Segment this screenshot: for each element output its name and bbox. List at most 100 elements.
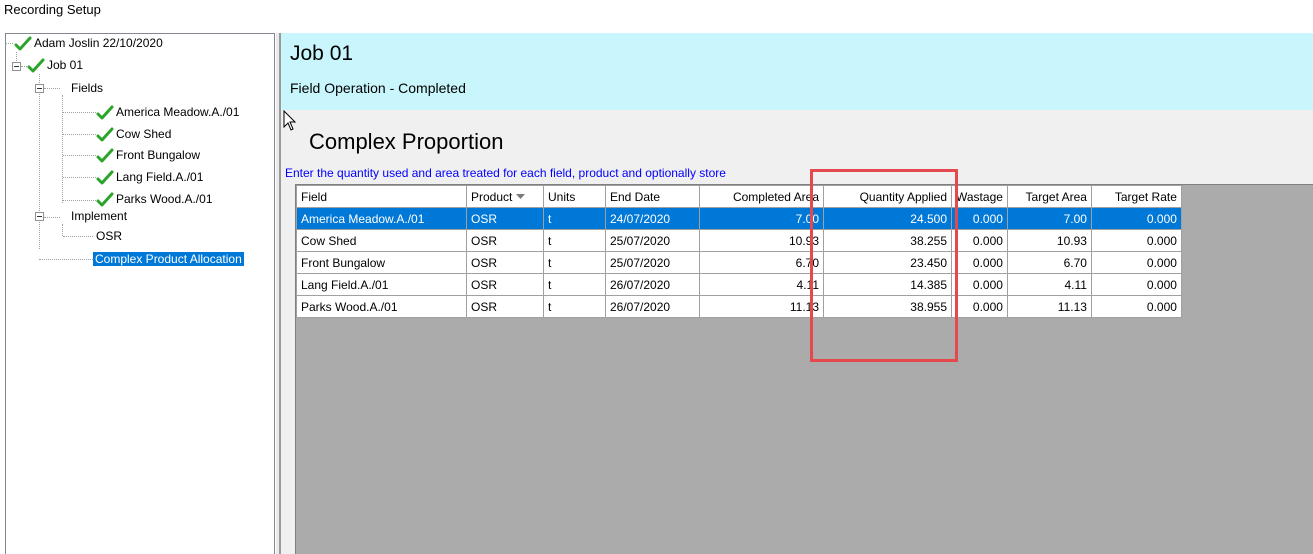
tree-node-job-label: Job 01 — [47, 58, 84, 72]
cell-target-rate[interactable]: 0.000 — [1090, 207, 1182, 230]
implement-expander-icon[interactable] — [35, 212, 44, 221]
cell-end-date[interactable]: 26/07/2020 — [605, 295, 700, 318]
sort-desc-icon — [515, 194, 525, 200]
page-subtitle: Field Operation - Completed — [290, 80, 466, 96]
check-icon — [14, 36, 32, 51]
job-header: Job 01 Field Operation - Completed — [281, 33, 1313, 110]
cell-target-area[interactable]: 4.11 — [1006, 273, 1092, 296]
cell-product[interactable]: OSR — [466, 295, 544, 318]
cell-completed-area[interactable]: 10.93 — [699, 229, 824, 252]
cell-target-rate[interactable]: 0.000 — [1090, 295, 1182, 318]
tree-node-field[interactable]: Front Bungalow — [96, 146, 202, 164]
tree-node-implement-label: Implement — [71, 209, 128, 223]
cell-end-date[interactable]: 25/07/2020 — [605, 229, 700, 252]
check-icon — [96, 105, 114, 120]
fields-expander-icon[interactable] — [35, 84, 44, 93]
cell-field[interactable]: America Meadow.A./01 — [296, 207, 467, 230]
cell-wastage[interactable]: 0.000 — [951, 251, 1008, 274]
cell-target-area[interactable]: 6.70 — [1006, 251, 1092, 274]
table-row[interactable]: Cow Shed OSR t 25/07/2020 10.93 38.255 0… — [296, 229, 1182, 252]
cell-quantity-applied[interactable]: 24.500 — [823, 207, 952, 230]
cell-wastage[interactable]: 0.000 — [951, 207, 1008, 230]
tree-node-field[interactable]: Lang Field.A./01 — [96, 168, 205, 186]
cell-completed-area[interactable]: 7.00 — [699, 207, 824, 230]
cell-product[interactable]: OSR — [466, 273, 544, 296]
cell-completed-area[interactable]: 11.13 — [699, 295, 824, 318]
check-icon — [96, 148, 114, 163]
column-header-target-area[interactable]: Target Area — [1006, 185, 1092, 208]
cell-field[interactable]: Front Bungalow — [296, 251, 467, 274]
column-header-quantity-applied[interactable]: Quantity Applied — [823, 185, 952, 208]
tree-node-field-label: America Meadow.A./01 — [116, 105, 240, 119]
cell-target-rate[interactable]: 0.000 — [1090, 229, 1182, 252]
cell-target-area[interactable]: 10.93 — [1006, 229, 1092, 252]
table-row[interactable]: Front Bungalow OSR t 25/07/2020 6.70 23.… — [296, 251, 1182, 274]
cell-units[interactable]: t — [543, 295, 606, 318]
tree-node-field[interactable]: Parks Wood.A./01 — [96, 190, 215, 208]
cell-wastage[interactable]: 0.000 — [951, 295, 1008, 318]
tree-node-root-label: Adam Joslin 22/10/2020 — [34, 36, 163, 50]
cell-units[interactable]: t — [543, 251, 606, 274]
tree-node-complex-label: Complex Product Allocation — [93, 252, 244, 266]
tree-node-field-label: Front Bungalow — [116, 148, 201, 162]
cell-units[interactable]: t — [543, 229, 606, 252]
tree-node-fields-label: Fields — [71, 81, 104, 95]
cell-completed-area[interactable]: 6.70 — [699, 251, 824, 274]
table-row[interactable]: Lang Field.A./01 OSR t 26/07/2020 4.11 1… — [296, 273, 1182, 296]
table-header-row: Field Product Units End Date Completed A… — [296, 185, 1182, 208]
cell-product[interactable]: OSR — [466, 229, 544, 252]
tree-node-field[interactable]: Cow Shed — [96, 125, 173, 143]
cell-end-date[interactable]: 26/07/2020 — [605, 273, 700, 296]
tree-node-field-label: Lang Field.A./01 — [116, 170, 204, 184]
tree-node-implement[interactable]: Implement — [69, 207, 129, 225]
tree-node-implement-osr-label: OSR — [96, 229, 123, 243]
table-row[interactable]: Parks Wood.A./01 OSR t 26/07/2020 11.13 … — [296, 295, 1182, 318]
cell-quantity-applied[interactable]: 38.255 — [823, 229, 952, 252]
allocation-table[interactable]: Field Product Units End Date Completed A… — [296, 185, 1182, 318]
main-area: Job 01 Field Operation - Completed Compl… — [281, 33, 1313, 554]
column-header-wastage[interactable]: Wastage — [951, 185, 1008, 208]
tree-node-fields[interactable]: Fields — [69, 79, 105, 97]
cell-units[interactable]: t — [543, 273, 606, 296]
instruction-text: Enter the quantity used and area treated… — [285, 166, 726, 180]
cell-end-date[interactable]: 25/07/2020 — [605, 251, 700, 274]
tree-node-implement-osr[interactable]: OSR — [94, 227, 124, 245]
tree-node-complex-product-allocation[interactable]: Complex Product Allocation — [93, 250, 244, 268]
tree-node-field[interactable]: America Meadow.A./01 — [96, 103, 241, 121]
cell-target-area[interactable]: 11.13 — [1006, 295, 1092, 318]
column-header-completed-area[interactable]: Completed Area — [699, 185, 824, 208]
table-row[interactable]: America Meadow.A./01 OSR t 24/07/2020 7.… — [296, 207, 1182, 230]
column-header-product[interactable]: Product — [466, 185, 544, 208]
cell-field[interactable]: Cow Shed — [296, 229, 467, 252]
cell-completed-area[interactable]: 4.11 — [699, 273, 824, 296]
check-icon — [96, 192, 114, 207]
job-expander-icon[interactable] — [12, 62, 21, 71]
cell-quantity-applied[interactable]: 14.385 — [823, 273, 952, 296]
column-header-units[interactable]: Units — [543, 185, 606, 208]
window-title: Recording Setup — [4, 2, 101, 17]
cell-wastage[interactable]: 0.000 — [951, 273, 1008, 296]
mouse-cursor-icon — [283, 110, 297, 131]
cell-end-date[interactable]: 24/07/2020 — [605, 207, 700, 230]
cell-product[interactable]: OSR — [466, 251, 544, 274]
tree-node-job[interactable]: Job 01 — [27, 56, 85, 74]
cell-units[interactable]: t — [543, 207, 606, 230]
cell-product[interactable]: OSR — [466, 207, 544, 230]
cell-quantity-applied[interactable]: 23.450 — [823, 251, 952, 274]
cell-wastage[interactable]: 0.000 — [951, 229, 1008, 252]
column-header-field[interactable]: Field — [296, 185, 467, 208]
cell-field[interactable]: Lang Field.A./01 — [296, 273, 467, 296]
data-grid[interactable]: Field Product Units End Date Completed A… — [295, 184, 1313, 554]
check-icon — [96, 170, 114, 185]
cell-field[interactable]: Parks Wood.A./01 — [296, 295, 467, 318]
cell-quantity-applied[interactable]: 38.955 — [823, 295, 952, 318]
tree-node-root[interactable]: Adam Joslin 22/10/2020 — [14, 34, 165, 52]
column-header-end-date[interactable]: End Date — [605, 185, 700, 208]
tree-panel[interactable]: Adam Joslin 22/10/2020 Job 01 Fields Ame… — [5, 33, 275, 554]
cell-target-rate[interactable]: 0.000 — [1090, 251, 1182, 274]
cell-target-rate[interactable]: 0.000 — [1090, 273, 1182, 296]
section-title: Complex Proportion — [309, 129, 504, 154]
cell-target-area[interactable]: 7.00 — [1006, 207, 1092, 230]
tree-node-field-label: Cow Shed — [116, 127, 172, 141]
column-header-target-rate[interactable]: Target Rate — [1090, 185, 1182, 208]
